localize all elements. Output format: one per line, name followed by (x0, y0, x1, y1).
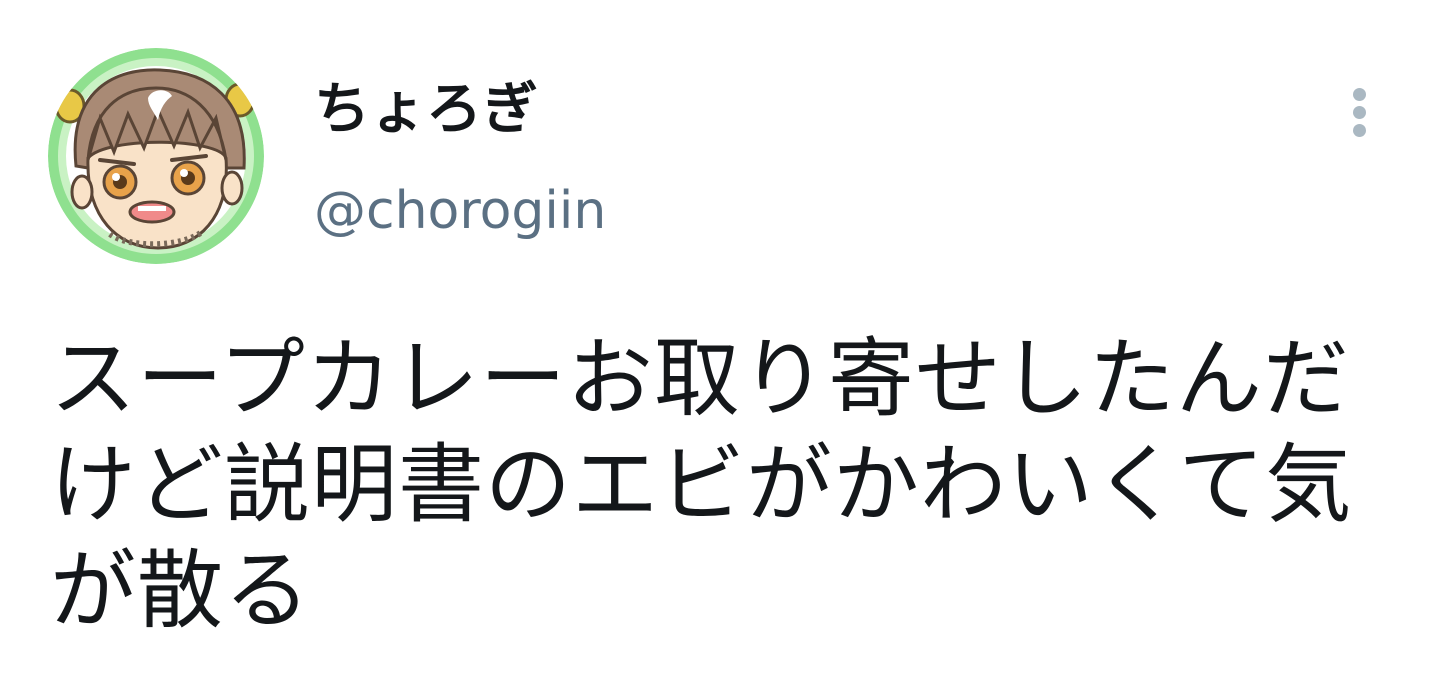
tweet-text: スープカレーお取り寄せしたんだけど説明書のエビがかわいくて気が散る (50, 329, 1353, 641)
tweet-card: ちょろぎ @chorogiin スープカレーお取り寄せしたんだけど説明書のエビが… (0, 0, 1440, 692)
display-name[interactable]: ちょろぎ (314, 76, 538, 144)
more-options-button[interactable] (1340, 80, 1380, 144)
user-handle[interactable]: @chorogiin (314, 180, 606, 242)
avatar-illustration (48, 48, 264, 264)
avatar[interactable] (48, 48, 264, 264)
